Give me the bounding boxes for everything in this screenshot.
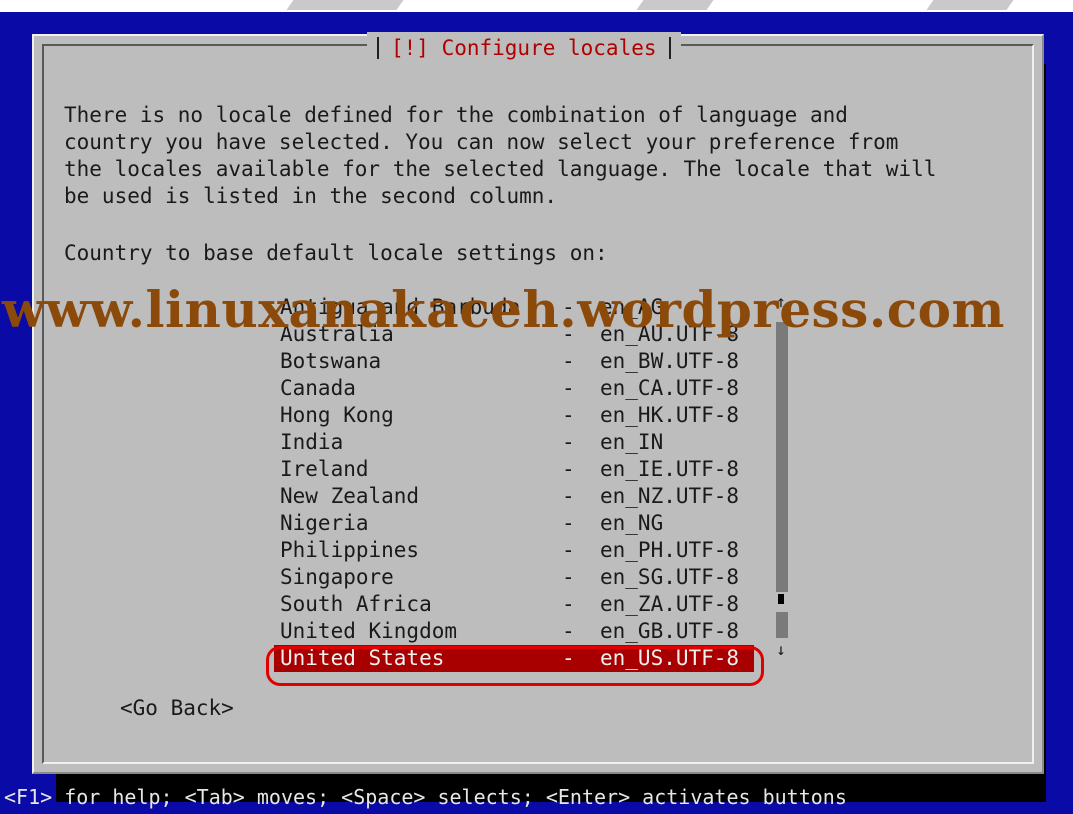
locale-option[interactable]: Ireland - en_IE.UTF-8 <box>274 456 764 483</box>
locale-option[interactable]: New Zealand - en_NZ.UTF-8 <box>274 483 764 510</box>
top-decoration <box>926 0 1014 10</box>
locale-separator: - <box>562 484 575 508</box>
locale-code: en_IE.UTF-8 <box>600 457 740 481</box>
locale-country: India <box>280 430 344 454</box>
locale-country: Singapore <box>280 565 394 589</box>
scroll-thumb[interactable] <box>778 594 784 604</box>
locale-option[interactable]: India - en_IN <box>274 429 764 456</box>
locale-separator: - <box>562 592 575 616</box>
locale-country: Philippines <box>280 538 420 562</box>
locale-separator: - <box>562 376 575 400</box>
locale-country: United Kingdom <box>280 619 458 643</box>
title-right-bar <box>668 37 671 59</box>
locale-separator: - <box>562 430 575 454</box>
help-bar: <F1> for help; <Tab> moves; <Space> sele… <box>4 785 847 809</box>
locale-option[interactable]: Hong Kong - en_HK.UTF-8 <box>274 402 764 429</box>
locale-country: New Zealand <box>280 484 420 508</box>
installer-screen: [!] Configure locales There is no locale… <box>0 12 1073 814</box>
locale-code: en_HK.UTF-8 <box>600 403 740 427</box>
top-decoration <box>286 0 404 10</box>
top-strip <box>0 0 1073 12</box>
dialog-title-text: [!] Configure locales <box>391 36 657 60</box>
locale-code: en_NG <box>600 511 664 535</box>
scroll-track[interactable] <box>776 322 788 592</box>
locale-code: en_BW.UTF-8 <box>600 349 740 373</box>
locale-option[interactable]: South Africa - en_ZA.UTF-8 <box>274 591 764 618</box>
list-scrollbar[interactable]: ↑ ↓ <box>772 294 792 662</box>
locale-separator: - <box>562 511 575 535</box>
locale-code: en_CA.UTF-8 <box>600 376 740 400</box>
locale-separator: - <box>562 619 575 643</box>
locale-list[interactable]: Antigua and Barbuda - en_AG Australia - en_AU… <box>274 294 764 672</box>
locale-code: en_NZ.UTF-8 <box>600 484 740 508</box>
locale-separator: - <box>562 565 575 589</box>
locale-separator: - <box>562 457 575 481</box>
locale-code: en_PH.UTF-8 <box>600 538 740 562</box>
watermark-text: www.linuxanakaceh.wordpress.com <box>2 280 1005 339</box>
locale-separator: - <box>562 538 575 562</box>
locale-country: Canada <box>280 376 356 400</box>
locale-country: Hong Kong <box>280 403 394 427</box>
locale-option[interactable]: United Kingdom - en_GB.UTF-8 <box>274 618 764 645</box>
title-left-bar <box>377 37 379 59</box>
configure-locales-dialog: [!] Configure locales There is no locale… <box>32 32 1044 774</box>
selection-highlight-ring <box>266 646 764 686</box>
dialog-title: [!] Configure locales <box>367 32 681 64</box>
scroll-track-lower[interactable] <box>776 612 788 638</box>
locale-separator: - <box>562 403 575 427</box>
locale-code: en_IN <box>600 430 664 454</box>
go-back-button[interactable]: <Go Back> <box>120 696 234 720</box>
locale-country: South Africa <box>280 592 432 616</box>
scroll-down-icon[interactable]: ↓ <box>774 642 788 658</box>
locale-country: Nigeria <box>280 511 369 535</box>
locale-option[interactable]: Nigeria - en_NG <box>274 510 764 537</box>
top-decoration <box>636 0 714 10</box>
locale-code: en_SG.UTF-8 <box>600 565 740 589</box>
locale-option[interactable]: Botswana - en_BW.UTF-8 <box>274 348 764 375</box>
locale-code: en_ZA.UTF-8 <box>600 592 740 616</box>
locale-country: Ireland <box>280 457 369 481</box>
country-prompt: Country to base default locale settings … <box>64 241 608 265</box>
locale-country: Botswana <box>280 349 382 373</box>
dialog-message: There is no locale defined for the combi… <box>64 103 937 208</box>
locale-separator: - <box>562 349 575 373</box>
locale-option[interactable]: Philippines - en_PH.UTF-8 <box>274 537 764 564</box>
locale-code: en_GB.UTF-8 <box>600 619 740 643</box>
locale-option[interactable]: Singapore - en_SG.UTF-8 <box>274 564 764 591</box>
locale-option[interactable]: Canada - en_CA.UTF-8 <box>274 375 764 402</box>
